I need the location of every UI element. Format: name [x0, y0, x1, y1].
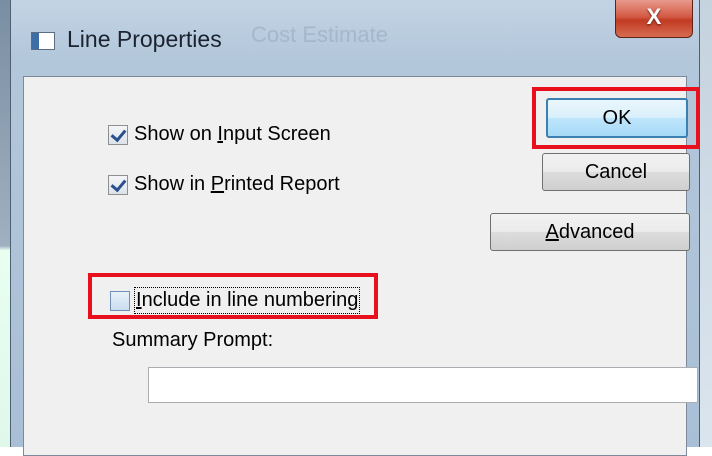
show-on-input-screen-checkbox[interactable] — [108, 124, 128, 145]
title-bar[interactable]: Cost Estimate Line Properties X — [11, 0, 699, 78]
line-properties-dialog: Cost Estimate Line Properties X Show on … — [10, 0, 700, 456]
window-title: Line Properties — [67, 26, 222, 52]
summary-prompt-label: Summary Prompt: — [112, 329, 274, 351]
close-icon: X — [646, 4, 662, 29]
dialog-client-area: Show on Input Screen Show in Printed Rep… — [23, 76, 700, 456]
show-in-printed-report-option[interactable]: Show in Printed Report — [108, 173, 340, 196]
background-window-title: Cost Estimate — [251, 22, 388, 47]
advanced-button[interactable]: Advanced — [490, 213, 690, 251]
cancel-button[interactable]: Cancel — [542, 153, 690, 191]
window-app-icon — [31, 32, 55, 50]
highlight-box-line-numbering — [88, 273, 378, 319]
show-on-input-screen-label: Show on Input Screen — [134, 123, 331, 145]
show-in-printed-report-label: Show in Printed Report — [134, 173, 340, 195]
show-on-input-screen-option[interactable]: Show on Input Screen — [108, 123, 331, 146]
summary-prompt-input[interactable] — [148, 367, 698, 403]
highlight-box-ok — [532, 87, 700, 149]
close-button[interactable]: X — [615, 0, 693, 38]
show-in-printed-report-checkbox[interactable] — [108, 174, 128, 195]
background-window-edge-right — [700, 0, 712, 447]
